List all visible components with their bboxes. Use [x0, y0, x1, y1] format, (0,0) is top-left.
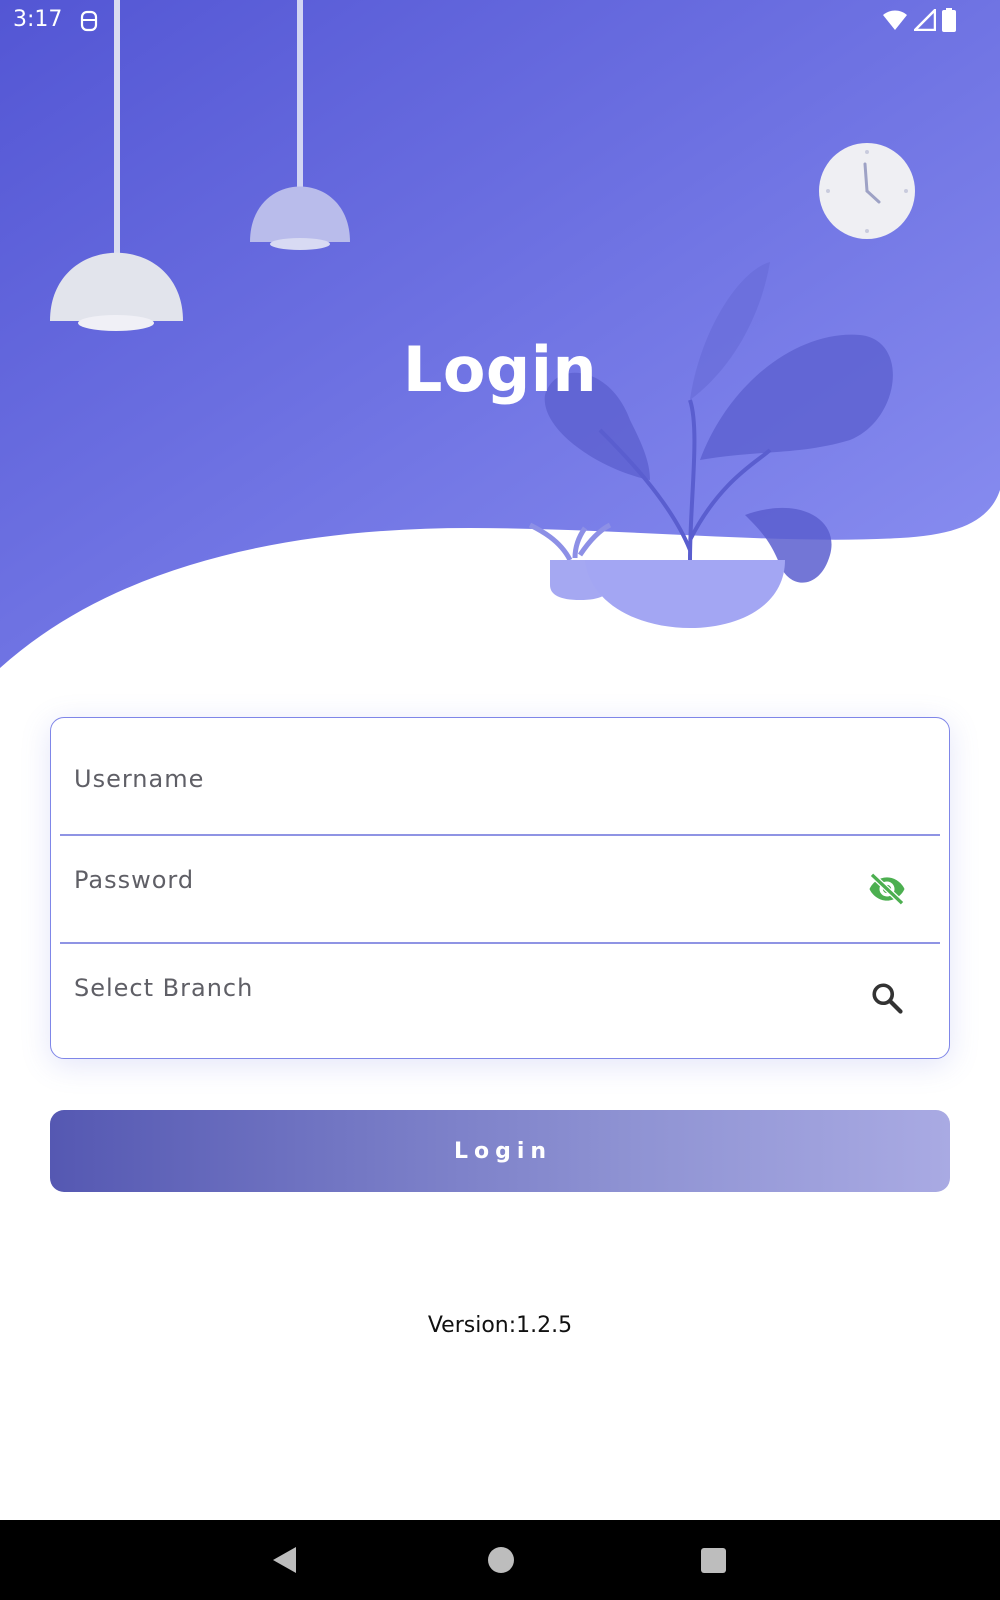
- search-icon[interactable]: [869, 980, 905, 1016]
- back-icon[interactable]: [270, 1545, 300, 1575]
- login-form-card: Username Password Select Branch: [50, 717, 950, 1059]
- wifi-icon: [883, 10, 907, 30]
- battery-icon: [942, 8, 956, 32]
- login-button-label: Login: [453, 1138, 553, 1164]
- password-field[interactable]: Password: [51, 836, 949, 942]
- page-title: Login: [402, 333, 598, 406]
- login-button[interactable]: Login: [50, 1110, 950, 1192]
- system-navigation-bar: [0, 1520, 1000, 1600]
- version-text: Version:1.2.5: [427, 1313, 573, 1338]
- wall-clock: [819, 143, 915, 239]
- username-field[interactable]: Username: [51, 718, 949, 834]
- username-placeholder: Username: [74, 765, 205, 793]
- visibility-off-icon[interactable]: [867, 869, 907, 909]
- status-icons: [882, 8, 956, 32]
- password-placeholder: Password: [74, 866, 195, 894]
- status-bar: 3:17: [0, 0, 1000, 42]
- branch-placeholder: Select Branch: [74, 974, 254, 1002]
- status-time: 3:17: [13, 7, 63, 32]
- select-branch-field[interactable]: Select Branch: [51, 944, 949, 1058]
- login-screen: 3:17 Login Username Password Select Bran…: [0, 0, 1000, 1600]
- recents-icon[interactable]: [701, 1548, 726, 1573]
- notification-app-icon: [80, 10, 98, 32]
- cell-signal-icon: [914, 9, 936, 31]
- home-icon[interactable]: [488, 1547, 514, 1573]
